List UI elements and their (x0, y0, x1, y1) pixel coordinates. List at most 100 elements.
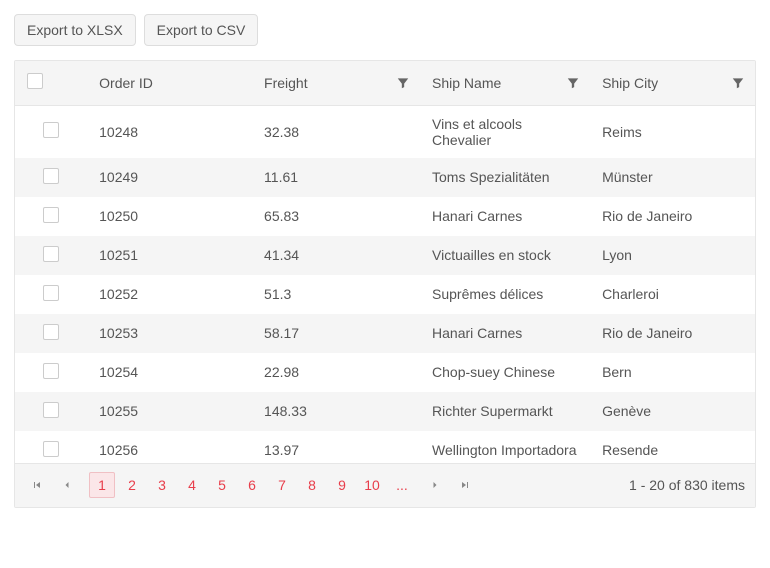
cell-freight: 22.98 (252, 353, 420, 392)
cell-freight: 13.97 (252, 431, 420, 463)
table-row[interactable]: 1025613.97Wellington ImportadoraResende (15, 431, 755, 463)
cell-ship-city: Reims (590, 106, 755, 158)
header-ship-name[interactable]: Ship Name (420, 61, 590, 105)
cell-freight: 65.83 (252, 197, 420, 236)
header-label: Ship Name (432, 75, 501, 91)
pager-info: 1 - 20 of 830 items (629, 477, 745, 493)
table-row[interactable]: 10255148.33Richter SupermarktGenève (15, 392, 755, 431)
pager-prev-button[interactable] (55, 473, 79, 497)
cell-ship-name: Chop-suey Chinese (420, 353, 590, 392)
row-checkbox[interactable] (43, 122, 59, 138)
table-row[interactable]: 1025065.83Hanari CarnesRio de Janeiro (15, 197, 755, 236)
cell-order-id: 10249 (87, 158, 252, 197)
pager-next-button[interactable] (423, 473, 447, 497)
row-checkbox[interactable] (43, 441, 59, 457)
row-checkbox[interactable] (43, 402, 59, 418)
row-checkbox-cell (15, 314, 87, 353)
table-row[interactable]: 1025358.17Hanari CarnesRio de Janeiro (15, 314, 755, 353)
filter-icon[interactable] (566, 76, 580, 90)
cell-ship-name: Vins et alcools Chevalier (420, 106, 590, 158)
cell-freight: 11.61 (252, 158, 420, 197)
data-grid: Order ID Freight Ship Name Ship City (14, 60, 756, 508)
cell-ship-name: Suprêmes délices (420, 275, 590, 314)
pager: 12345678910... 1 - 20 of 830 items (15, 463, 755, 507)
seek-first-icon (31, 479, 43, 491)
row-checkbox[interactable] (43, 324, 59, 340)
cell-order-id: 10252 (87, 275, 252, 314)
cell-ship-name: Hanari Carnes (420, 314, 590, 353)
pager-page-6[interactable]: 6 (239, 472, 265, 498)
cell-freight: 58.17 (252, 314, 420, 353)
table-row[interactable]: 1024911.61Toms SpezialitätenMünster (15, 158, 755, 197)
cell-order-id: 10256 (87, 431, 252, 463)
row-checkbox-cell (15, 275, 87, 314)
grid-body[interactable]: 1024832.38Vins et alcools ChevalierReims… (15, 106, 755, 463)
pager-page-9[interactable]: 9 (329, 472, 355, 498)
row-checkbox-cell (15, 392, 87, 431)
row-checkbox-cell (15, 353, 87, 392)
row-checkbox[interactable] (43, 246, 59, 262)
row-checkbox[interactable] (43, 207, 59, 223)
header-ship-city[interactable]: Ship City (590, 61, 755, 105)
pager-page-10[interactable]: 10 (359, 472, 385, 498)
header-label: Ship City (602, 75, 658, 91)
chevron-left-icon (61, 479, 73, 491)
pager-page-7[interactable]: 7 (269, 472, 295, 498)
chevron-right-icon (429, 479, 441, 491)
pager-last-button[interactable] (453, 473, 477, 497)
pager-more[interactable]: ... (389, 472, 415, 498)
pager-page-5[interactable]: 5 (209, 472, 235, 498)
pager-page-8[interactable]: 8 (299, 472, 325, 498)
header-freight[interactable]: Freight (252, 61, 420, 105)
grid-header-table: Order ID Freight Ship Name Ship City (15, 61, 755, 106)
row-checkbox-cell (15, 158, 87, 197)
pager-first-button[interactable] (25, 473, 49, 497)
table-row[interactable]: 1024832.38Vins et alcools ChevalierReims (15, 106, 755, 158)
toolbar: Export to XLSX Export to CSV (14, 14, 756, 46)
cell-ship-city: Resende (590, 431, 755, 463)
table-row[interactable]: 1025251.3Suprêmes délicesCharleroi (15, 275, 755, 314)
pager-page-3[interactable]: 3 (149, 472, 175, 498)
cell-order-id: 10254 (87, 353, 252, 392)
header-order-id[interactable]: Order ID (87, 61, 252, 105)
cell-order-id: 10253 (87, 314, 252, 353)
row-checkbox[interactable] (43, 285, 59, 301)
header-label: Order ID (99, 75, 153, 91)
filter-icon[interactable] (396, 76, 410, 90)
cell-ship-name: Richter Supermarkt (420, 392, 590, 431)
export-xlsx-button[interactable]: Export to XLSX (14, 14, 136, 46)
filter-icon[interactable] (731, 76, 745, 90)
cell-ship-city: Genève (590, 392, 755, 431)
row-checkbox[interactable] (43, 168, 59, 184)
cell-ship-city: Lyon (590, 236, 755, 275)
cell-freight: 41.34 (252, 236, 420, 275)
cell-ship-city: Rio de Janeiro (590, 197, 755, 236)
row-checkbox-cell (15, 197, 87, 236)
export-csv-button[interactable]: Export to CSV (144, 14, 259, 46)
cell-order-id: 10248 (87, 106, 252, 158)
grid-body-table: 1024832.38Vins et alcools ChevalierReims… (15, 106, 755, 463)
cell-ship-city: Charleroi (590, 275, 755, 314)
cell-order-id: 10255 (87, 392, 252, 431)
pager-page-2[interactable]: 2 (119, 472, 145, 498)
cell-ship-city: Rio de Janeiro (590, 314, 755, 353)
row-checkbox[interactable] (43, 363, 59, 379)
row-checkbox-cell (15, 431, 87, 463)
cell-ship-name: Victuailles en stock (420, 236, 590, 275)
table-row[interactable]: 1025141.34Victuailles en stockLyon (15, 236, 755, 275)
cell-ship-name: Toms Spezialitäten (420, 158, 590, 197)
cell-ship-city: Münster (590, 158, 755, 197)
cell-order-id: 10251 (87, 236, 252, 275)
select-all-checkbox[interactable] (27, 73, 43, 89)
pager-page-4[interactable]: 4 (179, 472, 205, 498)
table-row[interactable]: 1025422.98Chop-suey ChineseBern (15, 353, 755, 392)
cell-ship-name: Hanari Carnes (420, 197, 590, 236)
cell-freight: 148.33 (252, 392, 420, 431)
cell-freight: 51.3 (252, 275, 420, 314)
header-checkbox-cell (15, 61, 87, 105)
cell-ship-city: Bern (590, 353, 755, 392)
cell-freight: 32.38 (252, 106, 420, 158)
header-row: Order ID Freight Ship Name Ship City (15, 61, 755, 105)
row-checkbox-cell (15, 106, 87, 158)
pager-page-1[interactable]: 1 (89, 472, 115, 498)
